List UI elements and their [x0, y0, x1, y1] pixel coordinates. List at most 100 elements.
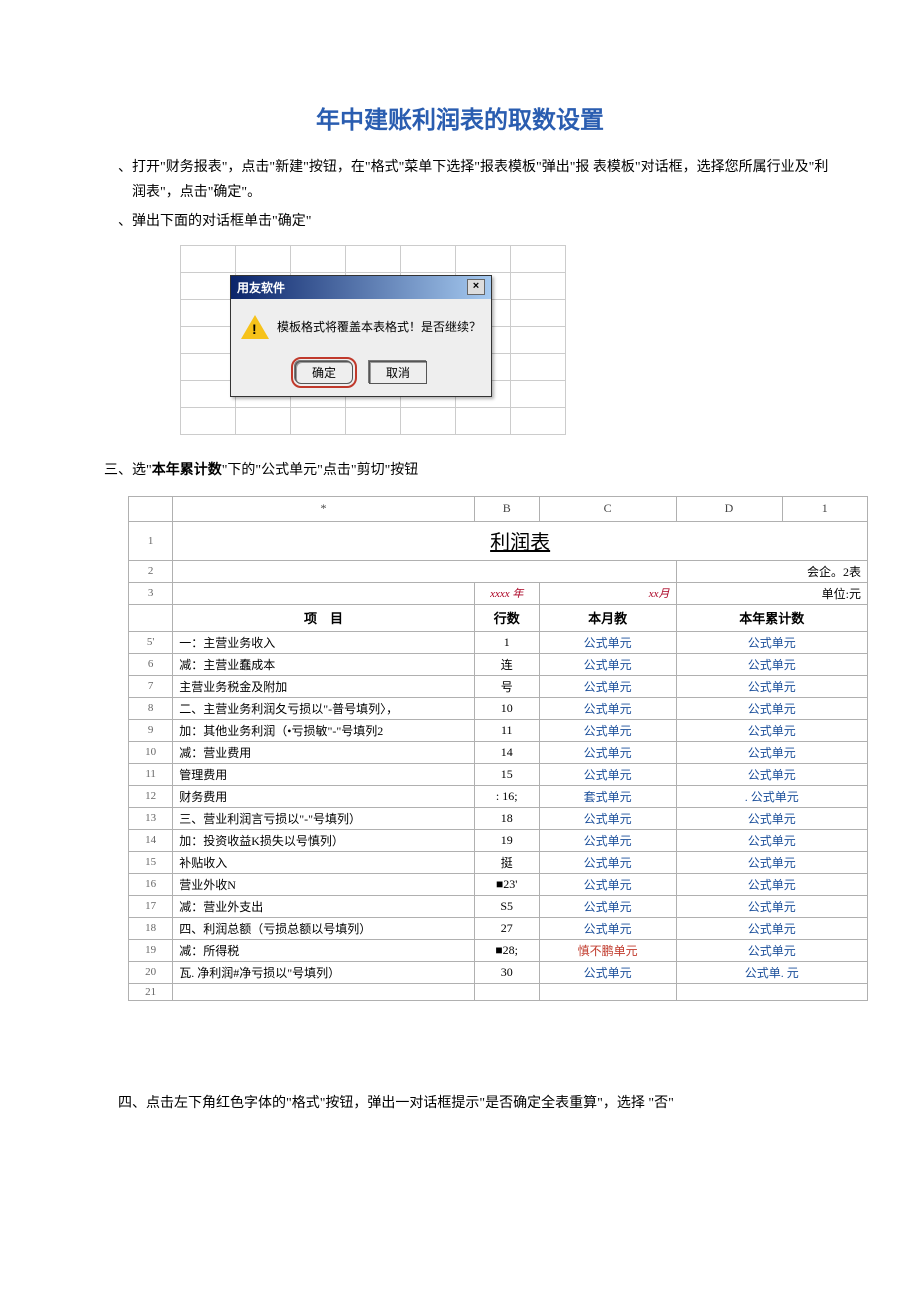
row-num: 19: [129, 939, 173, 961]
month-formula-cell[interactable]: 公式单元: [539, 829, 676, 851]
project-name: 营业外收N: [173, 873, 475, 895]
cancel-button[interactable]: 取消: [369, 361, 427, 384]
project-name: 加：其他业务利润（•亏损敏"-"号填列2: [173, 719, 475, 741]
line-no: 11: [474, 719, 539, 741]
step-1: 、打开"财务报表"，点击"新建"按钮，在"格式"菜单下选择"报表模板"弹出"报 …: [90, 155, 830, 205]
confirm-dialog: 用友软件 × 模板格式将覆盖本表格式！是否继续？ 确定 取消: [230, 275, 492, 397]
year-formula-cell[interactable]: . 公式单元: [676, 785, 867, 807]
line-no: 14: [474, 741, 539, 763]
line-no: S5: [474, 895, 539, 917]
year-value: xxxx 年: [474, 582, 539, 604]
line-no: : 16;: [474, 785, 539, 807]
dialog-screenshot: 用友软件 × 模板格式将覆盖本表格式！是否继续？ 确定 取消: [180, 245, 830, 440]
row-num: 13: [129, 807, 173, 829]
line-no: 27: [474, 917, 539, 939]
step-2: 、弹出下面的对话框单击"确定": [90, 209, 830, 234]
month-formula-cell[interactable]: 公式单元: [539, 961, 676, 983]
row-num: 10: [129, 741, 173, 763]
col-a: *: [173, 496, 475, 521]
warning-icon: [241, 313, 269, 341]
line-no: 18: [474, 807, 539, 829]
month-formula-cell[interactable]: 公式单元: [539, 895, 676, 917]
hdr-month: 本月教: [539, 604, 676, 631]
month-formula-cell[interactable]: 公式单元: [539, 873, 676, 895]
year-formula-cell[interactable]: 公式单元: [676, 675, 867, 697]
project-name: 主营业务税金及附加: [173, 675, 475, 697]
month-formula-cell[interactable]: 慎不鹏单元: [539, 939, 676, 961]
month-formula-cell[interactable]: 公式单元: [539, 917, 676, 939]
ok-button[interactable]: 确定: [295, 361, 353, 384]
project-name: 减：营业外支出: [173, 895, 475, 917]
unit-label: 单位:元: [676, 582, 867, 604]
project-name: 财务费用: [173, 785, 475, 807]
month-formula-cell[interactable]: 公式单元: [539, 851, 676, 873]
line-no: ■23': [474, 873, 539, 895]
row-num-3: 3: [129, 582, 173, 604]
line-no: ■28;: [474, 939, 539, 961]
year-formula-cell[interactable]: 公式单元: [676, 631, 867, 653]
month-label: xx月: [539, 582, 676, 604]
month-formula-cell[interactable]: 套式单元: [539, 785, 676, 807]
row-num-4: [129, 604, 173, 631]
hdr-year-cum: 本年累计数: [676, 604, 867, 631]
month-formula-cell[interactable]: 公式单元: [539, 675, 676, 697]
page-title: 年中建账利润表的取数设置: [90, 100, 830, 135]
month-formula-cell[interactable]: [539, 983, 676, 1000]
row-num: 11: [129, 763, 173, 785]
row-num: 17: [129, 895, 173, 917]
row-num: 16: [129, 873, 173, 895]
line-no: 15: [474, 763, 539, 785]
rowcol-corner: [129, 496, 173, 521]
form-code: 会企。2表: [676, 560, 867, 582]
year-formula-cell[interactable]: 公式单. 元: [676, 961, 867, 983]
row-num: 20: [129, 961, 173, 983]
line-no: 30: [474, 961, 539, 983]
row-num: 9: [129, 719, 173, 741]
month-formula-cell[interactable]: 公式单元: [539, 807, 676, 829]
year-formula-cell[interactable]: [676, 983, 867, 1000]
year-formula-cell[interactable]: 公式单元: [676, 829, 867, 851]
project-name: 补贴收入: [173, 851, 475, 873]
year-formula-cell[interactable]: 公式单元: [676, 807, 867, 829]
month-formula-cell[interactable]: 公式单元: [539, 653, 676, 675]
year-formula-cell[interactable]: 公式单元: [676, 895, 867, 917]
hdr-project: 项 目: [173, 604, 475, 631]
profit-table: * B C D 1 1 利润表 2 会企。2表 3 xxxx 年 xx月 单位:…: [128, 496, 868, 1001]
year-formula-cell[interactable]: 公式单元: [676, 741, 867, 763]
year-formula-cell[interactable]: 公式单元: [676, 873, 867, 895]
line-no: 19: [474, 829, 539, 851]
project-name: 四、利润总额（亏损总额以号填列）: [173, 917, 475, 939]
line-no: 连: [474, 653, 539, 675]
step-4: 四、点击左下角红色字体的"格式"按钮，弹出一对话框提示"是否确定全表重算"，选择…: [90, 1091, 830, 1116]
row-num: 5': [129, 631, 173, 653]
close-icon[interactable]: ×: [467, 279, 485, 295]
row-num: 12: [129, 785, 173, 807]
project-name: 三、营业利润言亏损以"-"号填列）: [173, 807, 475, 829]
month-formula-cell[interactable]: 公式单元: [539, 719, 676, 741]
row-num: 18: [129, 917, 173, 939]
line-no: [474, 983, 539, 1000]
hdr-rownum: 行数: [474, 604, 539, 631]
month-formula-cell[interactable]: 公式单元: [539, 763, 676, 785]
row-num: 6: [129, 653, 173, 675]
year-formula-cell[interactable]: 公式单元: [676, 697, 867, 719]
year-formula-cell[interactable]: 公式单元: [676, 763, 867, 785]
month-formula-cell[interactable]: 公式单元: [539, 631, 676, 653]
year-formula-cell[interactable]: 公式单元: [676, 653, 867, 675]
step-3: 三、选"本年累计数"下的"公式单元"点击"剪切"按钮: [90, 460, 830, 482]
year-formula-cell[interactable]: 公式单元: [676, 851, 867, 873]
year-label: [173, 582, 475, 604]
year-formula-cell[interactable]: 公式单元: [676, 939, 867, 961]
col-b: B: [474, 496, 539, 521]
row-num: 15: [129, 851, 173, 873]
col-d: D: [676, 496, 782, 521]
project-name: 减：所得税: [173, 939, 475, 961]
row-num: 7: [129, 675, 173, 697]
month-formula-cell[interactable]: 公式单元: [539, 697, 676, 719]
month-formula-cell[interactable]: 公式单元: [539, 741, 676, 763]
line-no: 10: [474, 697, 539, 719]
sheet-main-title: 利润表: [173, 521, 868, 560]
year-formula-cell[interactable]: 公式单元: [676, 917, 867, 939]
year-formula-cell[interactable]: 公式单元: [676, 719, 867, 741]
project-name: 管理费用: [173, 763, 475, 785]
